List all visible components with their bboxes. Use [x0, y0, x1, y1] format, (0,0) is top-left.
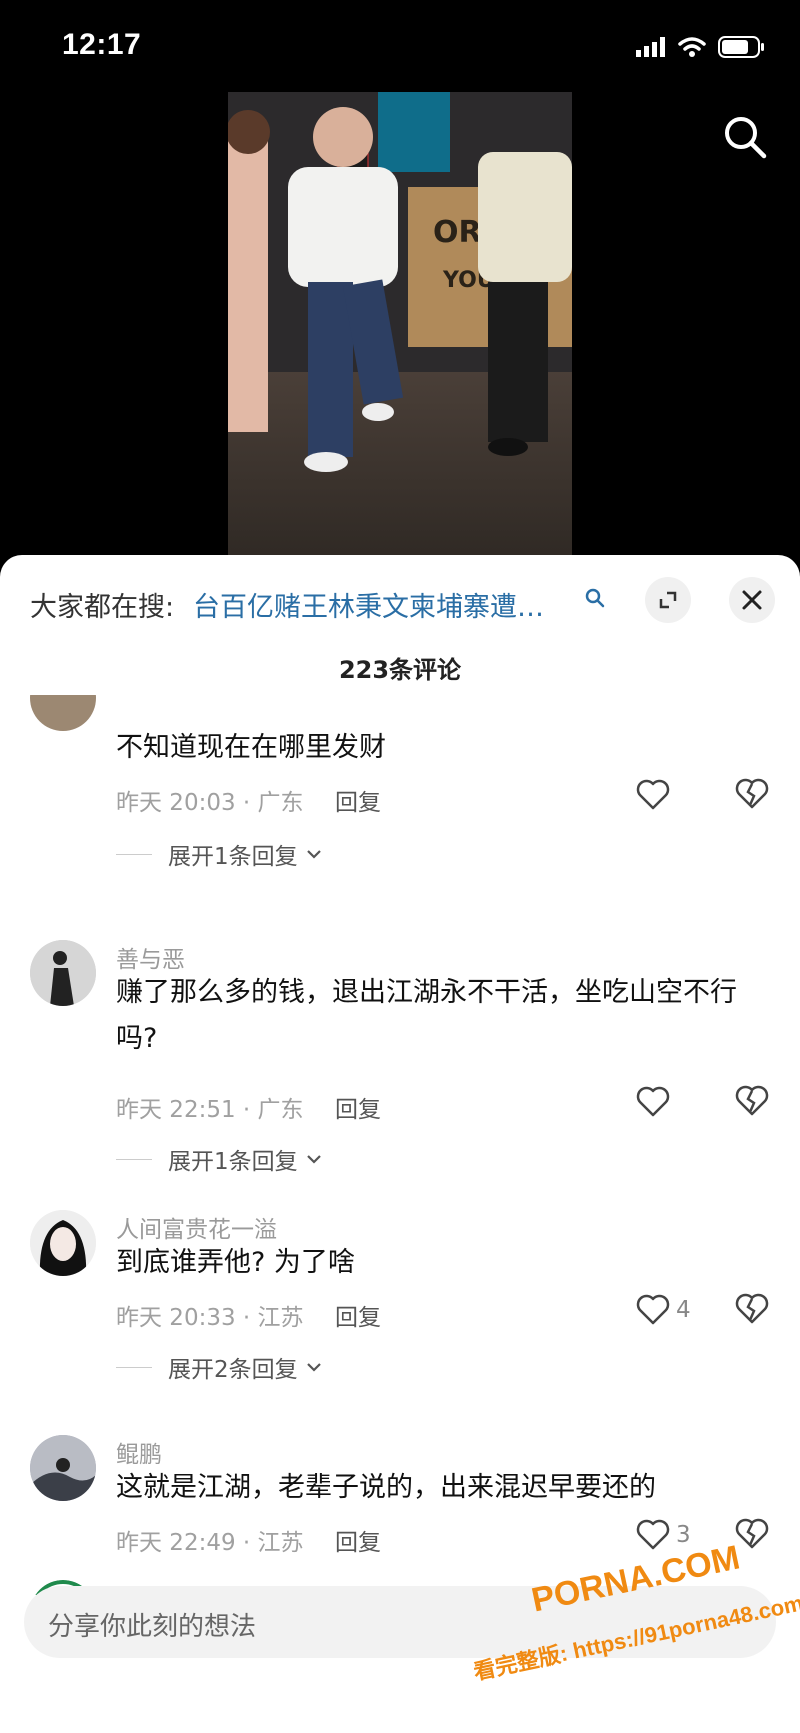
like-button[interactable]	[636, 777, 676, 813]
avatar[interactable]	[30, 940, 96, 1006]
broken-heart-icon[interactable]	[735, 1292, 769, 1326]
divider-line	[116, 853, 152, 855]
battery-icon	[718, 36, 764, 58]
expand-button[interactable]	[645, 577, 691, 623]
comment-meta: 昨天 22:51 · 广东	[116, 1097, 304, 1123]
video-frame[interactable]: ORE YOU	[228, 92, 572, 562]
avatar-image	[30, 940, 96, 1006]
comment-text: 这就是江湖，老辈子说的，出来混迟早要还的	[116, 1472, 656, 1503]
close-icon	[742, 590, 762, 610]
reply-button[interactable]: 回复	[335, 1298, 381, 1332]
expand-replies-label: 展开1条回复	[168, 1149, 298, 1175]
broken-heart-icon[interactable]	[735, 1517, 769, 1551]
reply-button[interactable]: 回复	[335, 783, 381, 817]
comment-list[interactable]: 不知道现在在哪里发财 昨天 20:03 · 广东 回复 展开1条回复 善与恶 赚…	[0, 695, 800, 1595]
like-count: 3	[676, 1522, 691, 1548]
search-icon[interactable]	[584, 587, 606, 609]
comment-username[interactable]: 善与恶	[116, 940, 185, 974]
comment-text: 不知道现在在哪里发财	[116, 732, 386, 763]
expand-icon	[659, 591, 677, 609]
avatar[interactable]	[30, 1210, 96, 1276]
status-time: 12:17	[62, 28, 142, 61]
wifi-icon	[678, 37, 706, 57]
expand-replies-label: 展开1条回复	[168, 844, 298, 870]
chevron-down-icon	[306, 1155, 321, 1164]
chevron-down-icon	[306, 850, 321, 859]
status-bar: 12:17	[0, 0, 800, 92]
status-icons	[636, 36, 766, 58]
heart-icon	[636, 1294, 670, 1325]
avatar-image	[30, 1210, 96, 1276]
comment-meta: 昨天 20:03 · 广东	[116, 790, 304, 816]
expand-replies-label: 展开2条回复	[168, 1357, 298, 1383]
video-still: ORE YOU	[228, 92, 572, 562]
comment-username[interactable]: 鲲鹏	[116, 1435, 162, 1469]
comment-text: 到底谁弄他? 为了啥	[116, 1247, 355, 1278]
expand-replies-button[interactable]: 展开2条回复	[116, 1350, 322, 1384]
heart-icon	[636, 1086, 670, 1117]
reply-button[interactable]: 回复	[335, 1090, 381, 1124]
comment-meta: 昨天 22:49 · 江苏	[116, 1530, 304, 1556]
heart-icon	[636, 1519, 670, 1550]
reply-button[interactable]: 回复	[335, 1523, 381, 1557]
comment-count: 223条评论	[338, 656, 462, 684]
close-button[interactable]	[729, 577, 775, 623]
search-icon[interactable]	[722, 114, 768, 160]
comment-text: 赚了那么多的钱，退出江湖永不干活，坐吃山空不行吗?	[116, 977, 737, 1054]
comment-input[interactable]: 分享你此刻的想法	[24, 1586, 776, 1658]
avatar[interactable]	[30, 695, 96, 731]
like-button[interactable]	[636, 1084, 676, 1120]
video-area[interactable]: ORE YOU	[0, 92, 800, 562]
comment-username[interactable]: 人间富贵花一溢	[116, 1210, 277, 1244]
divider-line	[116, 1366, 152, 1368]
sheet-header: 大家都在搜: 台百亿赌王林秉文柬埔寨遭…	[0, 555, 800, 635]
expand-replies-button[interactable]: 展开1条回复	[116, 1142, 322, 1176]
comment-input-placeholder: 分享你此刻的想法	[48, 1612, 257, 1642]
divider-line	[116, 1158, 152, 1160]
hot-search-link[interactable]: 台百亿赌王林秉文柬埔寨遭…	[193, 585, 568, 624]
signal-icon	[636, 37, 665, 57]
heart-icon	[636, 779, 670, 810]
like-button[interactable]: 3	[636, 1517, 691, 1553]
broken-heart-icon[interactable]	[735, 1084, 769, 1118]
broken-heart-icon[interactable]	[735, 777, 769, 811]
comment-meta: 昨天 20:33 · 江苏	[116, 1305, 304, 1331]
like-count: 4	[676, 1297, 691, 1323]
avatar-image	[30, 1435, 96, 1501]
expand-replies-button[interactable]: 展开1条回复	[116, 837, 322, 871]
comment-sheet: 大家都在搜: 台百亿赌王林秉文柬埔寨遭… 223条评论 不知道现在在哪里发财 昨…	[0, 555, 800, 1733]
avatar[interactable]	[30, 1435, 96, 1501]
chevron-down-icon	[306, 1363, 321, 1372]
like-button[interactable]: 4	[636, 1292, 691, 1328]
hot-search-prefix: 大家都在搜:	[30, 592, 175, 623]
